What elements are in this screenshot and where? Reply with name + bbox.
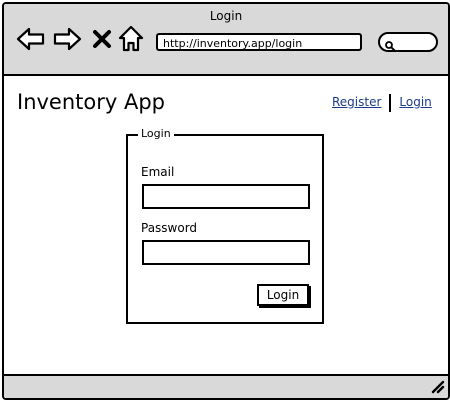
browser-chrome: Login http://inventory.app/login (4, 4, 448, 76)
close-icon[interactable] (92, 29, 112, 49)
back-arrow-icon[interactable] (16, 26, 46, 52)
window-title: Login (209, 9, 243, 23)
email-label: Email (141, 165, 175, 179)
home-icon[interactable] (118, 25, 144, 53)
search-icon (384, 37, 396, 56)
email-field[interactable] (142, 184, 310, 209)
status-bar (4, 374, 448, 398)
login-fieldset-legend: Login (138, 127, 174, 141)
forward-arrow-icon[interactable] (52, 26, 82, 52)
password-label: Password (141, 221, 198, 235)
password-field[interactable] (142, 240, 310, 265)
app-title: Inventory App (17, 90, 166, 114)
register-link[interactable]: Register (332, 95, 381, 109)
resize-grip-icon[interactable] (429, 378, 445, 398)
login-link[interactable]: Login (399, 95, 431, 109)
browser-search-box[interactable] (378, 32, 438, 52)
nav-divider (389, 93, 392, 112)
address-url: http://inventory.app/login (163, 37, 303, 50)
browser-window: Login http://inventory.app/login Invento… (2, 2, 450, 400)
address-bar[interactable]: http://inventory.app/login (156, 33, 362, 51)
top-nav: Register Login (332, 93, 432, 113)
login-button[interactable]: Login (257, 284, 309, 306)
